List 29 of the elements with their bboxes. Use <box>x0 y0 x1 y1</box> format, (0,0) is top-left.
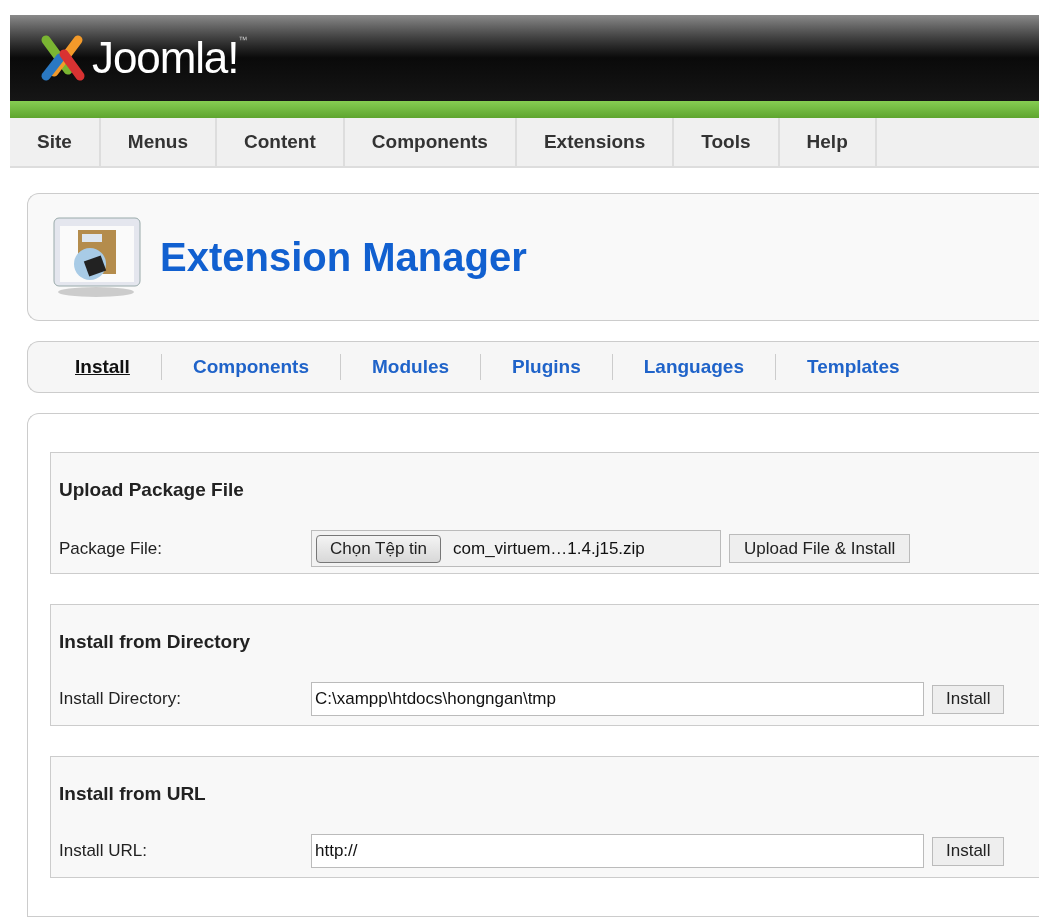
submenu-tab[interactable]: Templates <box>807 352 900 382</box>
menu-item[interactable]: Tools <box>674 118 780 166</box>
field-label: Package File: <box>59 537 163 560</box>
submenu-tab[interactable]: Plugins <box>512 352 581 382</box>
field-label: Install Directory: <box>59 688 182 711</box>
field-label: Install URL: <box>59 840 148 863</box>
submenu-tab[interactable]: Components <box>192 352 309 382</box>
submenu-tab[interactable]: Languages <box>643 352 744 382</box>
trademark: ™ <box>238 36 248 45</box>
menu-item[interactable]: Menus <box>100 118 218 166</box>
logo-text: Joomla! <box>92 36 239 80</box>
package-icon <box>52 216 142 298</box>
text-field[interactable]: C:\xampp\htdocs\hongngan\tmp <box>311 682 924 716</box>
menu-item[interactable]: Components <box>344 118 517 166</box>
submenu-tab[interactable]: Modules <box>372 352 450 382</box>
menu-item[interactable]: Help <box>779 118 877 166</box>
submenu-tab[interactable]: Install <box>75 352 130 382</box>
upload-button[interactable]: Upload File & Install <box>729 534 911 563</box>
menu-item[interactable]: Content <box>217 118 345 166</box>
menu-item[interactable]: Site <box>10 118 101 166</box>
file-input[interactable]: Chọn Tệp tin com_virtuem…1.4.j15.zip <box>311 530 721 567</box>
menu-item[interactable]: Extensions <box>516 118 675 166</box>
section-title: Upload Package File <box>59 480 244 499</box>
install-button[interactable]: Install <box>932 836 1005 866</box>
page-title: Extension Manager <box>160 234 527 281</box>
text-field[interactable]: http:// <box>311 834 924 868</box>
section-title: Install from Directory <box>59 632 251 651</box>
section-title: Install from URL <box>59 784 206 803</box>
install-button[interactable]: Install <box>932 684 1005 714</box>
